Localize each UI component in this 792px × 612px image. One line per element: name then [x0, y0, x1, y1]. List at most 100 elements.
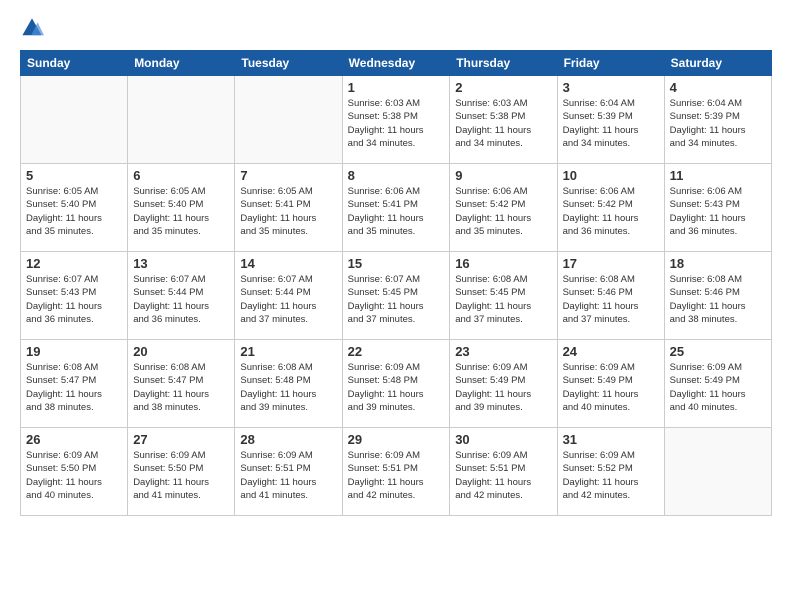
day-cell-1: 1 Sunrise: 6:03 AM Sunset: 5:38 PM Daylig…	[342, 76, 450, 164]
logo	[20, 16, 48, 40]
day-cell-14: 14 Sunrise: 6:07 AM Sunset: 5:44 PM Dayli…	[235, 252, 342, 340]
day-cell-12: 12 Sunrise: 6:07 AM Sunset: 5:43 PM Dayli…	[21, 252, 128, 340]
day-cell-8: 8 Sunrise: 6:06 AM Sunset: 5:41 PM Daylig…	[342, 164, 450, 252]
day-cell-27: 27 Sunrise: 6:09 AM Sunset: 5:50 PM Dayli…	[128, 428, 235, 516]
day-number: 20	[133, 344, 229, 359]
day-number: 17	[563, 256, 659, 271]
day-info: Sunrise: 6:03 AM Sunset: 5:38 PM Dayligh…	[348, 97, 445, 150]
day-number: 28	[240, 432, 336, 447]
day-number: 1	[348, 80, 445, 95]
day-number: 5	[26, 168, 122, 183]
day-info: Sunrise: 6:09 AM Sunset: 5:49 PM Dayligh…	[563, 361, 659, 414]
week-row-3: 12 Sunrise: 6:07 AM Sunset: 5:43 PM Dayli…	[21, 252, 772, 340]
weekday-header-saturday: Saturday	[664, 51, 771, 76]
empty-cell	[664, 428, 771, 516]
day-cell-13: 13 Sunrise: 6:07 AM Sunset: 5:44 PM Dayli…	[128, 252, 235, 340]
day-number: 18	[670, 256, 766, 271]
day-number: 12	[26, 256, 122, 271]
day-info: Sunrise: 6:08 AM Sunset: 5:47 PM Dayligh…	[26, 361, 122, 414]
day-cell-31: 31 Sunrise: 6:09 AM Sunset: 5:52 PM Dayli…	[557, 428, 664, 516]
day-info: Sunrise: 6:09 AM Sunset: 5:49 PM Dayligh…	[670, 361, 766, 414]
day-cell-7: 7 Sunrise: 6:05 AM Sunset: 5:41 PM Daylig…	[235, 164, 342, 252]
day-number: 6	[133, 168, 229, 183]
day-cell-6: 6 Sunrise: 6:05 AM Sunset: 5:40 PM Daylig…	[128, 164, 235, 252]
day-number: 31	[563, 432, 659, 447]
calendar-table: SundayMondayTuesdayWednesdayThursdayFrid…	[20, 50, 772, 516]
day-info: Sunrise: 6:09 AM Sunset: 5:51 PM Dayligh…	[240, 449, 336, 502]
day-info: Sunrise: 6:05 AM Sunset: 5:40 PM Dayligh…	[133, 185, 229, 238]
week-row-1: 1 Sunrise: 6:03 AM Sunset: 5:38 PM Daylig…	[21, 76, 772, 164]
day-number: 24	[563, 344, 659, 359]
day-cell-24: 24 Sunrise: 6:09 AM Sunset: 5:49 PM Dayli…	[557, 340, 664, 428]
weekday-header-row: SundayMondayTuesdayWednesdayThursdayFrid…	[21, 51, 772, 76]
day-number: 15	[348, 256, 445, 271]
day-info: Sunrise: 6:09 AM Sunset: 5:48 PM Dayligh…	[348, 361, 445, 414]
day-cell-21: 21Sunrise: 6:08 AM Sunset: 5:48 PM Dayli…	[235, 340, 342, 428]
day-info: Sunrise: 6:07 AM Sunset: 5:43 PM Dayligh…	[26, 273, 122, 326]
day-info: Sunrise: 6:06 AM Sunset: 5:42 PM Dayligh…	[455, 185, 551, 238]
day-cell-9: 9 Sunrise: 6:06 AM Sunset: 5:42 PM Daylig…	[450, 164, 557, 252]
weekday-header-sunday: Sunday	[21, 51, 128, 76]
day-info: Sunrise: 6:07 AM Sunset: 5:45 PM Dayligh…	[348, 273, 445, 326]
day-number: 8	[348, 168, 445, 183]
day-cell-29: 29Sunrise: 6:09 AM Sunset: 5:51 PM Dayli…	[342, 428, 450, 516]
day-info: Sunrise: 6:04 AM Sunset: 5:39 PM Dayligh…	[670, 97, 766, 150]
day-cell-3: 3Sunrise: 6:04 AM Sunset: 5:39 PM Daylig…	[557, 76, 664, 164]
day-info: Sunrise: 6:09 AM Sunset: 5:49 PM Dayligh…	[455, 361, 551, 414]
day-cell-4: 4 Sunrise: 6:04 AM Sunset: 5:39 PM Daylig…	[664, 76, 771, 164]
day-number: 10	[563, 168, 659, 183]
day-cell-15: 15 Sunrise: 6:07 AM Sunset: 5:45 PM Dayli…	[342, 252, 450, 340]
weekday-header-tuesday: Tuesday	[235, 51, 342, 76]
day-number: 21	[240, 344, 336, 359]
day-info: Sunrise: 6:05 AM Sunset: 5:40 PM Dayligh…	[26, 185, 122, 238]
day-cell-20: 20 Sunrise: 6:08 AM Sunset: 5:47 PM Dayli…	[128, 340, 235, 428]
day-cell-19: 19 Sunrise: 6:08 AM Sunset: 5:47 PM Dayli…	[21, 340, 128, 428]
day-info: Sunrise: 6:07 AM Sunset: 5:44 PM Dayligh…	[133, 273, 229, 326]
day-info: Sunrise: 6:06 AM Sunset: 5:43 PM Dayligh…	[670, 185, 766, 238]
day-info: Sunrise: 6:03 AM Sunset: 5:38 PM Dayligh…	[455, 97, 551, 150]
day-cell-23: 23Sunrise: 6:09 AM Sunset: 5:49 PM Dayli…	[450, 340, 557, 428]
day-number: 30	[455, 432, 551, 447]
day-info: Sunrise: 6:08 AM Sunset: 5:45 PM Dayligh…	[455, 273, 551, 326]
day-number: 7	[240, 168, 336, 183]
week-row-5: 26Sunrise: 6:09 AM Sunset: 5:50 PM Dayli…	[21, 428, 772, 516]
weekday-header-friday: Friday	[557, 51, 664, 76]
day-cell-18: 18Sunrise: 6:08 AM Sunset: 5:46 PM Dayli…	[664, 252, 771, 340]
page: SundayMondayTuesdayWednesdayThursdayFrid…	[0, 0, 792, 536]
day-info: Sunrise: 6:05 AM Sunset: 5:41 PM Dayligh…	[240, 185, 336, 238]
day-info: Sunrise: 6:04 AM Sunset: 5:39 PM Dayligh…	[563, 97, 659, 150]
day-number: 2	[455, 80, 551, 95]
day-cell-11: 11Sunrise: 6:06 AM Sunset: 5:43 PM Dayli…	[664, 164, 771, 252]
day-number: 9	[455, 168, 551, 183]
day-number: 22	[348, 344, 445, 359]
header	[20, 16, 772, 40]
empty-cell	[128, 76, 235, 164]
day-cell-2: 2 Sunrise: 6:03 AM Sunset: 5:38 PM Daylig…	[450, 76, 557, 164]
day-info: Sunrise: 6:06 AM Sunset: 5:41 PM Dayligh…	[348, 185, 445, 238]
day-number: 16	[455, 256, 551, 271]
day-info: Sunrise: 6:09 AM Sunset: 5:50 PM Dayligh…	[133, 449, 229, 502]
day-cell-16: 16 Sunrise: 6:08 AM Sunset: 5:45 PM Dayli…	[450, 252, 557, 340]
day-cell-17: 17Sunrise: 6:08 AM Sunset: 5:46 PM Dayli…	[557, 252, 664, 340]
day-info: Sunrise: 6:09 AM Sunset: 5:51 PM Dayligh…	[455, 449, 551, 502]
day-info: Sunrise: 6:09 AM Sunset: 5:50 PM Dayligh…	[26, 449, 122, 502]
day-number: 29	[348, 432, 445, 447]
day-cell-25: 25Sunrise: 6:09 AM Sunset: 5:49 PM Dayli…	[664, 340, 771, 428]
day-cell-26: 26Sunrise: 6:09 AM Sunset: 5:50 PM Dayli…	[21, 428, 128, 516]
day-number: 14	[240, 256, 336, 271]
day-info: Sunrise: 6:07 AM Sunset: 5:44 PM Dayligh…	[240, 273, 336, 326]
weekday-header-monday: Monday	[128, 51, 235, 76]
weekday-header-thursday: Thursday	[450, 51, 557, 76]
day-cell-10: 10Sunrise: 6:06 AM Sunset: 5:42 PM Dayli…	[557, 164, 664, 252]
day-number: 19	[26, 344, 122, 359]
logo-icon	[20, 16, 44, 40]
day-cell-30: 30 Sunrise: 6:09 AM Sunset: 5:51 PM Dayli…	[450, 428, 557, 516]
day-info: Sunrise: 6:09 AM Sunset: 5:52 PM Dayligh…	[563, 449, 659, 502]
week-row-4: 19 Sunrise: 6:08 AM Sunset: 5:47 PM Dayli…	[21, 340, 772, 428]
day-number: 13	[133, 256, 229, 271]
day-number: 27	[133, 432, 229, 447]
day-info: Sunrise: 6:08 AM Sunset: 5:47 PM Dayligh…	[133, 361, 229, 414]
day-cell-22: 22 Sunrise: 6:09 AM Sunset: 5:48 PM Dayli…	[342, 340, 450, 428]
day-number: 4	[670, 80, 766, 95]
day-cell-5: 5 Sunrise: 6:05 AM Sunset: 5:40 PM Daylig…	[21, 164, 128, 252]
